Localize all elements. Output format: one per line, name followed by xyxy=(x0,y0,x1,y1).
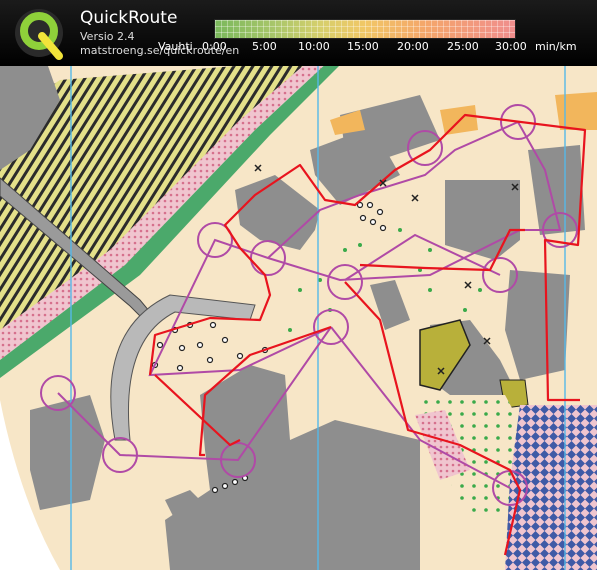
quickroute-window: QuickRoute Versio 2.4 matstroeng.se/quic… xyxy=(0,0,597,570)
scale-tick: 15:00 xyxy=(347,40,379,53)
scale-tick: 30:00 xyxy=(495,40,527,53)
app-header: QuickRoute Versio 2.4 matstroeng.se/quic… xyxy=(0,0,597,66)
scale-label: Vauhti xyxy=(158,40,193,53)
app-title: QuickRoute xyxy=(80,8,178,28)
app-version: Versio 2.4 xyxy=(80,30,135,43)
scale-tick: 5:00 xyxy=(252,40,277,53)
scale-tick: 25:00 xyxy=(447,40,479,53)
scale-tick: 0:00 xyxy=(202,40,227,53)
scale-unit: min/km xyxy=(535,40,577,53)
open-area xyxy=(555,92,597,130)
orienteering-map[interactable] xyxy=(0,0,597,570)
pace-color-scale xyxy=(214,19,516,39)
quickroute-logo-icon xyxy=(15,9,63,60)
scale-tick: 10:00 xyxy=(298,40,330,53)
scale-tick: 20:00 xyxy=(397,40,429,53)
